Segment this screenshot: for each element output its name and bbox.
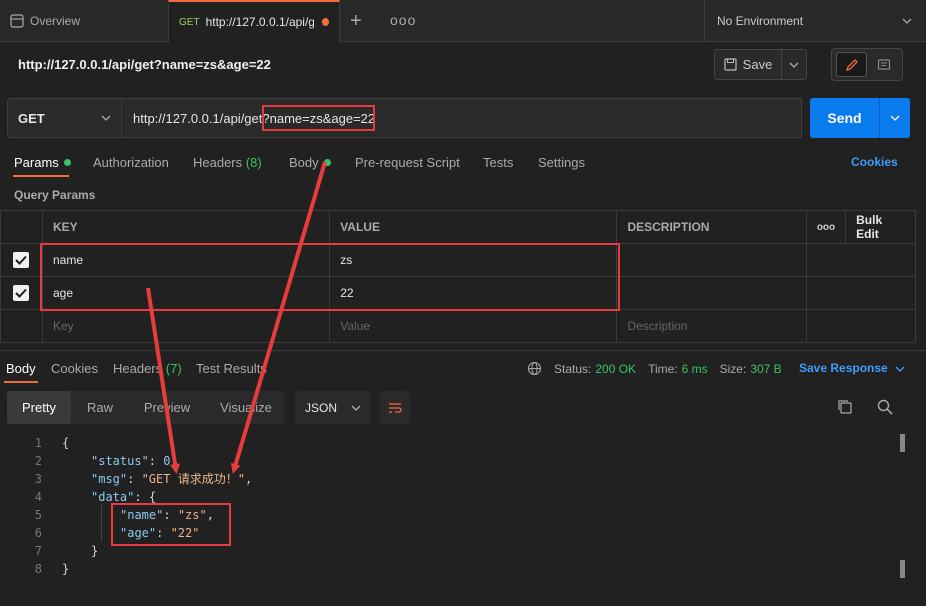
annotation-arrow-body: [230, 161, 327, 474]
annotation-arrow-params: [146, 287, 181, 474]
annotation-arrows: [146, 161, 327, 474]
